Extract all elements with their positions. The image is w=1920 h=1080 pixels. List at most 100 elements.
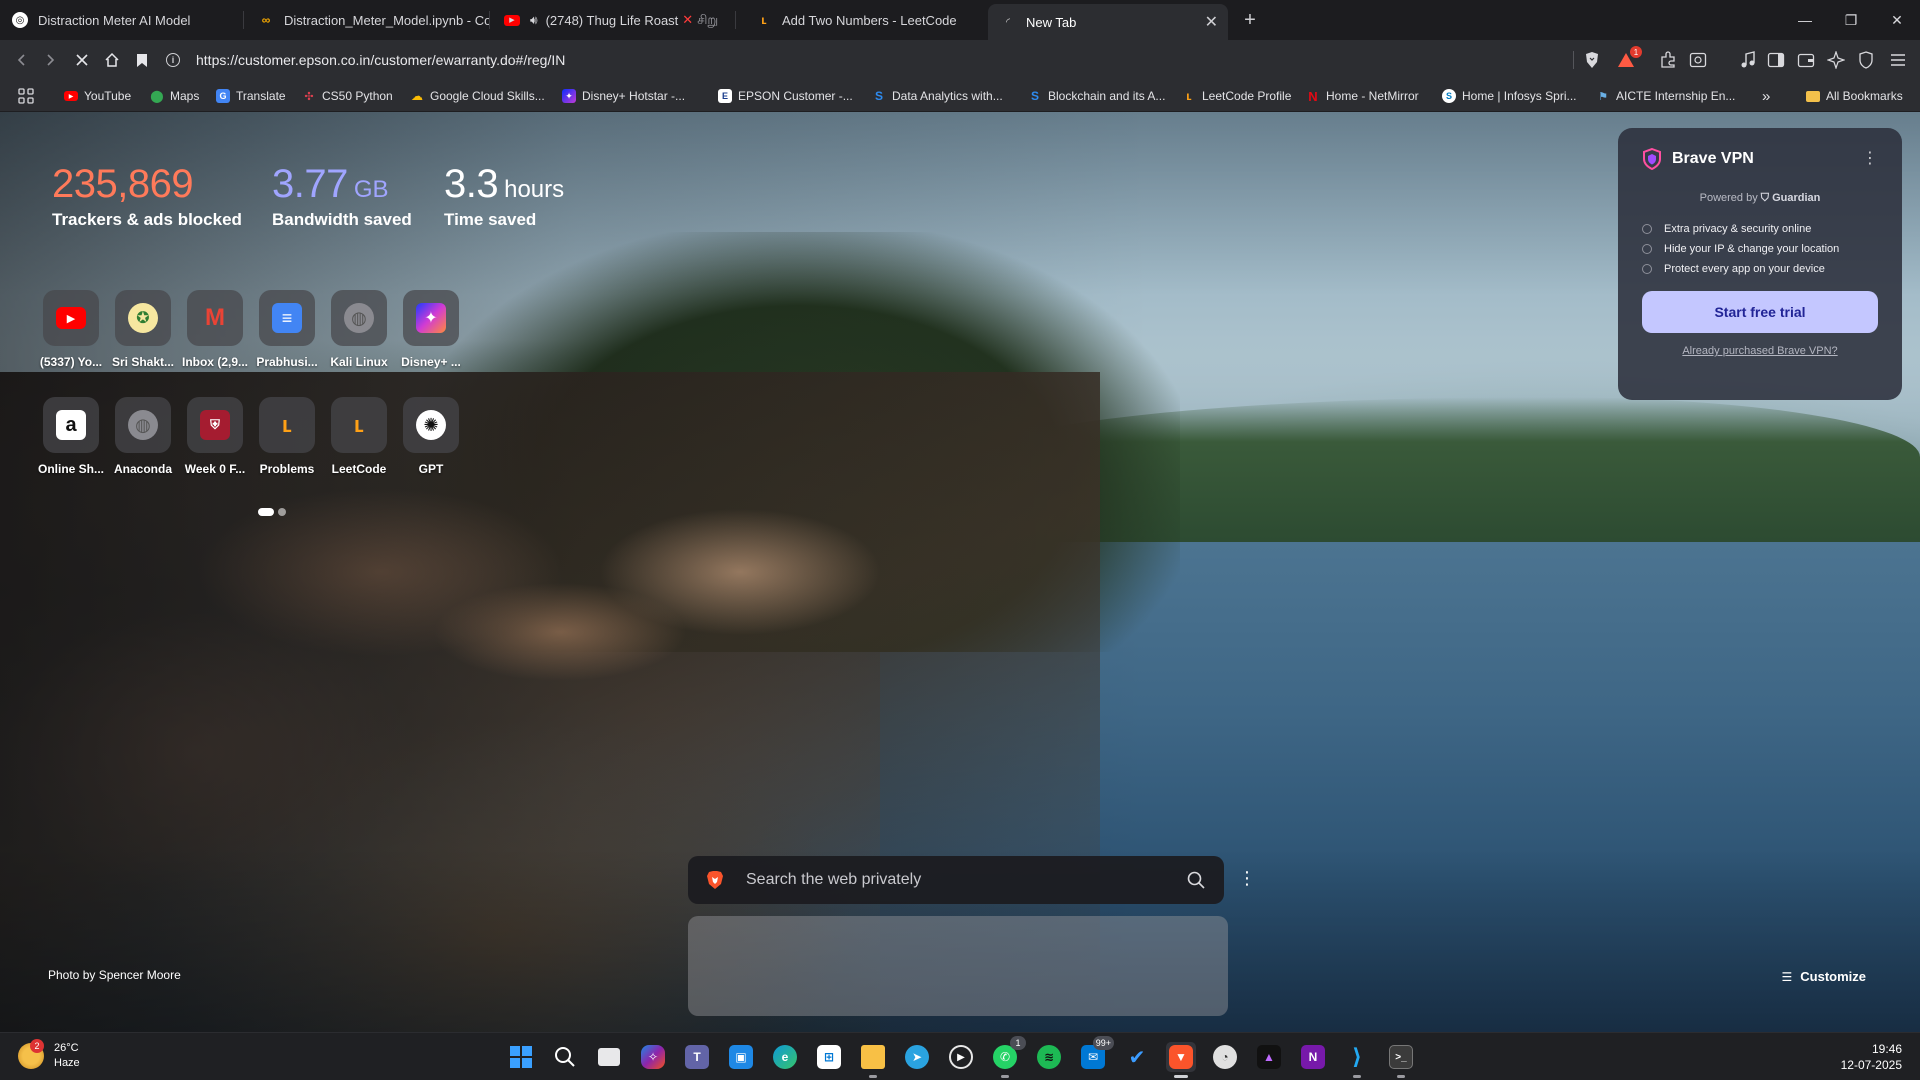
home-button[interactable] (100, 48, 124, 72)
bookmark-leetcode-profile[interactable]: ʟ LeetCode Profile (1182, 87, 1291, 105)
tab-youtube-roast[interactable]: ▶ 🔊︎ (2748) Thug Life Roast ✕ சிறு (492, 0, 736, 40)
todo-app[interactable]: ✔ (1122, 1042, 1152, 1072)
back-button[interactable] (10, 48, 34, 72)
top-site-disney[interactable]: ✦ Disney+ ... (396, 290, 466, 369)
bookmark-translate[interactable]: G Translate (216, 87, 286, 105)
close-window-button[interactable]: ✕ (1874, 0, 1920, 40)
store-app[interactable]: ⊞ (814, 1042, 844, 1072)
already-purchased-link[interactable]: Already purchased Brave VPN? (1642, 345, 1878, 357)
bookmark-data-analytics[interactable]: S Data Analytics with... (872, 87, 1003, 105)
clock-app[interactable]: ◔ (1210, 1042, 1240, 1072)
bookmark-google-cloud[interactable]: ☁ Google Cloud Skills... (410, 87, 545, 105)
todo-check-icon: ✔ (1128, 1046, 1146, 1069)
search-box[interactable]: Search the web privately (688, 856, 1224, 904)
restore-button[interactable]: ❐ (1828, 0, 1874, 40)
weather-widget[interactable]: 2 26°C Haze (18, 1039, 80, 1071)
forward-button[interactable] (38, 48, 62, 72)
top-site-anaconda[interactable]: ◍ Anaconda (108, 397, 178, 476)
terminal-app[interactable]: >_ (1386, 1042, 1416, 1078)
pager-dot-active[interactable] (258, 508, 274, 516)
tab-leetcode[interactable]: ʟ Add Two Numbers - LeetCode (744, 0, 986, 40)
stop-loading-button[interactable] (70, 48, 94, 72)
teams-app[interactable]: T (682, 1042, 712, 1072)
tab-colab-notebook[interactable]: ∞ Distraction_Meter_Model.ipynb - Col (246, 0, 490, 40)
vpn-more-icon[interactable]: ⋮ (1862, 148, 1878, 168)
top-site-kali-linux[interactable]: ◍ Kali Linux (324, 290, 394, 369)
leetcode-icon: ʟ (1186, 89, 1192, 103)
bookmark-aicte[interactable]: ⚑ AICTE Internship En... (1596, 87, 1735, 105)
top-site-docs[interactable]: ≡ Prabhusi... (252, 290, 322, 369)
task-view-button[interactable] (594, 1042, 624, 1072)
file-explorer-app[interactable] (858, 1042, 888, 1078)
bookmark-page-button[interactable] (130, 48, 154, 72)
brave-rewards-icon[interactable]: 1 (1616, 46, 1642, 70)
media-controls-icon[interactable] (1738, 50, 1758, 70)
screenshot-icon[interactable] (1688, 50, 1708, 70)
brave-app[interactable]: ▼ (1166, 1042, 1196, 1078)
customize-button[interactable]: ☰ Customize (1782, 969, 1867, 984)
colab-icon: ∞ (261, 13, 271, 27)
minimize-button[interactable]: — (1782, 0, 1828, 40)
taskbar-search-button[interactable] (550, 1042, 580, 1072)
search-icon[interactable] (1186, 870, 1206, 890)
copilot-app[interactable]: ✧ (638, 1042, 668, 1072)
tab-title-suffix: சிறு (697, 11, 719, 27)
bookmark-youtube[interactable]: ▶ YouTube (64, 87, 131, 105)
globe-icon: ◍ (128, 410, 158, 440)
search-placeholder[interactable]: Search the web privately (746, 871, 1186, 889)
start-button[interactable] (506, 1042, 536, 1072)
brave-shields-icon[interactable] (1582, 50, 1602, 70)
sidebar-toggle-icon[interactable] (1766, 50, 1786, 70)
all-bookmarks-button[interactable]: All Bookmarks (1806, 87, 1903, 105)
system-clock[interactable]: 19:46 12-07-2025 (1841, 1041, 1902, 1073)
top-site-week0[interactable]: ⛨ Week 0 F... (180, 397, 250, 476)
url-text[interactable]: https://customer.epson.co.in/customer/ew… (196, 52, 565, 68)
affinity-app[interactable]: ▲ (1254, 1042, 1284, 1072)
top-site-sri-shakthi[interactable]: ✪ Sri Shakt... (108, 290, 178, 369)
bookmark-infosys[interactable]: S Home | Infosys Spri... (1442, 87, 1577, 105)
extensions-icon[interactable] (1658, 50, 1678, 70)
top-site-gmail[interactable]: M Inbox (2,9... (180, 290, 250, 369)
top-site-leetcode[interactable]: ʟ LeetCode (324, 397, 394, 476)
bookmark-maps[interactable]: ⬤ Maps (150, 87, 199, 105)
mail-app[interactable]: ✉ 99+ (1078, 1036, 1114, 1072)
media-player-app[interactable]: ▶ (946, 1042, 976, 1072)
leo-ai-icon[interactable] (1826, 50, 1846, 70)
pager-dot[interactable] (278, 508, 286, 516)
menu-icon[interactable] (1888, 50, 1908, 70)
bookmark-epson[interactable]: E EPSON Customer -... (718, 87, 853, 105)
sliders-icon: ☰ (1781, 969, 1793, 984)
start-free-trial-button[interactable]: Start free trial (1642, 291, 1878, 333)
wallet-icon[interactable] (1796, 50, 1816, 70)
vscode-app[interactable]: ⟩ (1342, 1042, 1372, 1078)
close-tab-icon[interactable]: ✕ (1205, 12, 1218, 32)
bookmark-cs50[interactable]: ✣ CS50 Python (302, 87, 392, 105)
edge-app[interactable]: e (770, 1042, 800, 1072)
bookmark-hotstar[interactable]: ✦ Disney+ Hotstar -... (562, 87, 685, 105)
speaker-icon[interactable]: 🔊︎ (530, 13, 538, 28)
apps-grid-button[interactable] (18, 87, 34, 105)
address-bar[interactable]: i https://customer.epson.co.in/customer/… (166, 45, 1576, 75)
brave-lion-icon (707, 871, 723, 889)
tab-distraction-meter[interactable]: ◎ Distraction Meter AI Model (0, 0, 244, 40)
new-tab-button[interactable]: + (1238, 8, 1262, 32)
tab-new-tab[interactable]: ◜ New Tab ✕ (988, 4, 1228, 40)
bookmark-blockchain[interactable]: S Blockchain and its A... (1028, 87, 1165, 105)
top-site-problems[interactable]: ʟ Problems (252, 397, 322, 476)
bookmarks-overflow-button[interactable]: » (1762, 87, 1770, 105)
top-site-youtube[interactable]: ▶ (5337) Yo... (36, 290, 106, 369)
widgets-app[interactable]: ▣ (726, 1042, 756, 1072)
whatsapp-app[interactable]: ✆ 1 (990, 1036, 1026, 1078)
top-site-amazon[interactable]: a Online Sh... (36, 397, 106, 476)
top-site-gpt[interactable]: ✺ GPT (396, 397, 466, 476)
telegram-app[interactable]: ➤ (902, 1042, 932, 1072)
bookmark-netmirror[interactable]: N Home - NetMirror (1306, 87, 1418, 105)
search-options-icon[interactable]: ⋮ (1238, 868, 1256, 889)
onenote-app[interactable]: N (1298, 1042, 1328, 1072)
epson-icon: E (718, 89, 732, 103)
vpn-icon[interactable] (1856, 50, 1876, 70)
top-sites-pager[interactable] (258, 508, 286, 516)
windows-logo-icon (510, 1046, 532, 1068)
site-info-icon[interactable]: i (166, 53, 180, 67)
spotify-app[interactable]: ≋ (1034, 1042, 1064, 1072)
